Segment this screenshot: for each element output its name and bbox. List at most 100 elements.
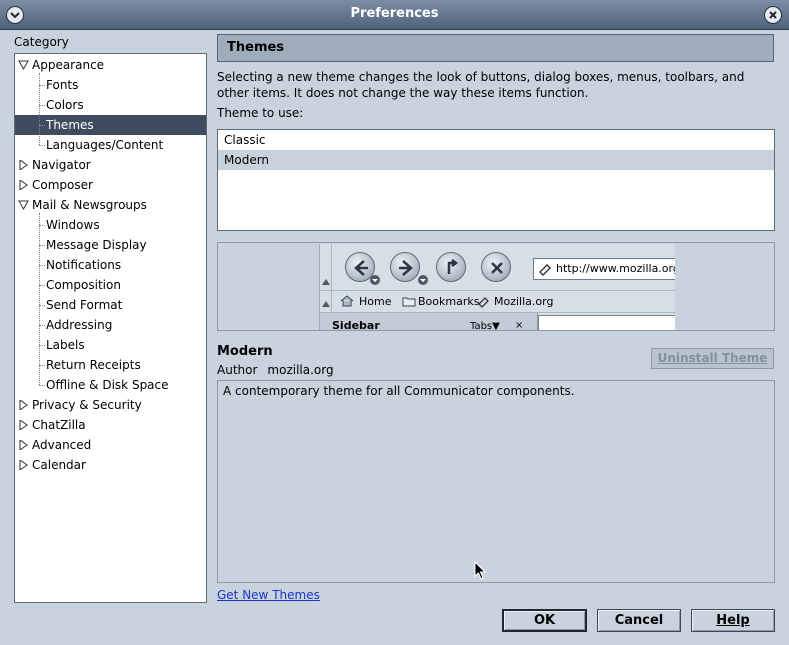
triangle-up-icon	[322, 279, 330, 285]
get-new-themes-link[interactable]: Get New Themes	[217, 588, 320, 602]
theme-item-classic[interactable]: Classic	[218, 130, 774, 150]
selected-theme-name: Modern	[217, 344, 273, 359]
tree-item-label: Composition	[46, 278, 121, 292]
tree-item-offline-disk-space[interactable]: Offline & Disk Space	[15, 375, 206, 395]
tree-item-label: Languages/Content	[46, 138, 164, 152]
theme-item-modern[interactable]: Modern	[218, 150, 774, 170]
twisty-open-icon[interactable]	[18, 60, 29, 70]
tree-item-label: Composer	[32, 178, 93, 192]
window-title: Preferences	[350, 6, 439, 21]
tree-item-label: Colors	[46, 98, 84, 112]
preview-personal-toolbar: Home Bookmarks Mozilla.org	[320, 291, 675, 313]
theme-description-box: A contemporary theme for all Communicato…	[217, 380, 775, 583]
help-label: Help	[716, 613, 750, 628]
home-icon	[340, 295, 354, 307]
theme-preview-frame: http://www.mozilla.org/ Home Bookmarks M…	[217, 242, 775, 331]
tree-connector	[39, 385, 45, 386]
tree-item-fonts[interactable]: Fonts	[15, 75, 206, 95]
tree-item-labels[interactable]: Labels	[15, 335, 206, 355]
tree-item-languages-content[interactable]: Languages/Content	[15, 135, 206, 155]
twisty-closed-icon[interactable]	[18, 180, 29, 190]
preview-content-area	[538, 315, 675, 330]
close-icon	[769, 11, 777, 19]
tree-item-label: Message Display	[46, 238, 147, 252]
tree-item-label: Navigator	[32, 158, 91, 172]
toolbar-grip	[320, 244, 332, 291]
author-label: Author	[217, 363, 258, 377]
help-button[interactable]: Help	[691, 609, 775, 632]
twisty-closed-icon[interactable]	[18, 440, 29, 450]
twisty-closed-icon[interactable]	[18, 420, 29, 430]
tree-item-label: Labels	[46, 338, 85, 352]
tree-item-label: Addressing	[46, 318, 113, 332]
tree-item-privacy-security[interactable]: Privacy & Security	[15, 395, 206, 415]
tree-item-label: Send Format	[46, 298, 123, 312]
ok-button[interactable]: OK	[502, 609, 587, 632]
tree-item-label: Calendar	[32, 458, 86, 472]
tree-item-themes[interactable]: Themes	[15, 115, 206, 135]
tree-item-notifications[interactable]: Notifications	[15, 255, 206, 275]
preview-navigation-toolbar: http://www.mozilla.org/	[320, 244, 675, 291]
author-value: mozilla.org	[267, 363, 334, 377]
theme-list[interactable]: Classic Modern	[217, 129, 775, 231]
tree-item-label: Themes	[46, 118, 94, 132]
tree-connector	[39, 145, 45, 146]
preview-bookmarks-label: Bookmarks	[418, 295, 480, 308]
tree-item-mail-newsgroups[interactable]: Mail & Newsgroups	[15, 195, 206, 215]
tree-item-calendar[interactable]: Calendar	[15, 455, 206, 475]
tree-item-composition[interactable]: Composition	[15, 275, 206, 295]
tree-item-label: Windows	[46, 218, 100, 232]
reload-icon	[447, 259, 459, 274]
tree-item-label: Appearance	[32, 58, 105, 72]
preview-url-text: http://www.mozilla.org/	[556, 262, 675, 275]
triangle-up-icon	[322, 301, 330, 307]
tree-item-send-format[interactable]: Send Format	[15, 295, 206, 315]
tree-item-colors[interactable]: Colors	[15, 95, 206, 115]
tree-item-label: ChatZilla	[32, 418, 86, 432]
tree-item-chatzilla[interactable]: ChatZilla	[15, 415, 206, 435]
preview-stop-button	[481, 252, 511, 282]
uninstall-theme-button[interactable]: Uninstall Theme	[651, 348, 774, 369]
toolbar-grip	[320, 291, 332, 313]
tree-item-composer[interactable]: Composer	[15, 175, 206, 195]
bookmark-icon	[478, 297, 489, 308]
tree-item-label: Return Receipts	[46, 358, 141, 372]
preview-home-label: Home	[359, 295, 392, 308]
tree-item-navigator[interactable]: Navigator	[15, 155, 206, 175]
window-close-button[interactable]	[764, 6, 782, 24]
cancel-button[interactable]: Cancel	[597, 609, 681, 632]
tree-item-return-receipts[interactable]: Return Receipts	[15, 355, 206, 375]
twisty-closed-icon[interactable]	[18, 460, 29, 470]
preview-url-field: http://www.mozilla.org/	[533, 258, 675, 280]
uninstall-theme-label: Uninstall Theme	[657, 351, 768, 365]
tree-connector-vertical	[39, 73, 40, 145]
panel-description: Selecting a new theme changes the look o…	[217, 70, 745, 100]
preview-sidebar-row: Sidebar Tabs▼ ×	[320, 313, 675, 330]
tree-item-advanced[interactable]: Advanced	[15, 435, 206, 455]
panel-header: Themes	[217, 34, 774, 62]
category-tree[interactable]: Appearance Fonts Colors Themes Languages/Con…	[14, 53, 207, 603]
twisty-open-icon[interactable]	[18, 200, 29, 210]
preview-sidebar-close: ×	[515, 320, 524, 330]
bookmark-icon	[539, 264, 551, 276]
theme-preview: http://www.mozilla.org/ Home Bookmarks M…	[319, 244, 675, 330]
theme-author-row: Author mozilla.org	[217, 363, 334, 377]
tree-item-label: Advanced	[32, 438, 92, 452]
preview-mozilla-org-label: Mozilla.org	[494, 295, 554, 308]
twisty-closed-icon[interactable]	[18, 400, 29, 410]
twisty-closed-icon[interactable]	[18, 160, 29, 170]
tree-item-windows[interactable]: Windows	[15, 215, 206, 235]
tree-item-label: Mail & Newsgroups	[32, 198, 147, 212]
theme-description-text: A contemporary theme for all Communicato…	[223, 384, 575, 398]
preview-reload-button	[436, 252, 466, 282]
folder-icon	[402, 297, 416, 307]
preview-sidebar-label: Sidebar	[332, 319, 380, 330]
tree-item-message-display[interactable]: Message Display	[15, 235, 206, 255]
tree-item-appearance[interactable]: Appearance	[15, 55, 206, 75]
tree-item-label: Fonts	[46, 78, 79, 92]
tree-item-label: Notifications	[46, 258, 122, 272]
tree-item-addressing[interactable]: Addressing	[15, 315, 206, 335]
theme-to-use-label: Theme to use:	[217, 106, 304, 120]
tree-connector-vertical	[39, 213, 40, 385]
mouse-pointer-icon	[474, 561, 486, 580]
